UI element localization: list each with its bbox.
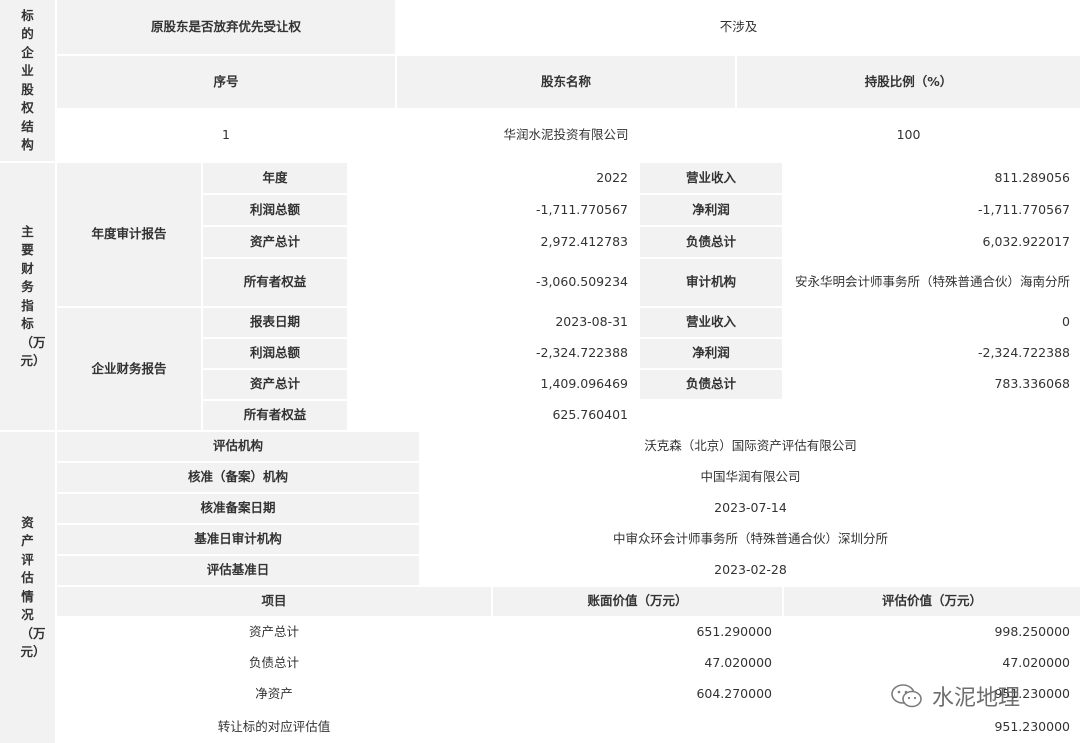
section-equity-label-cell: 标的企业股权结构 xyxy=(0,0,55,161)
val-row-item: 负债总计 xyxy=(57,649,491,678)
audit-group-label: 年度审计报告 xyxy=(57,163,201,306)
report-v4: -2,324.722388 xyxy=(784,339,1080,368)
audit-l8: 审计机构 xyxy=(640,259,782,306)
report-l1: 报表日期 xyxy=(203,308,347,337)
report-l4: 净利润 xyxy=(640,339,782,368)
section-valuation-label-cell: 资产评估情况（万元） xyxy=(0,432,55,743)
report-v7: 625.760401 xyxy=(349,401,638,430)
audit-v1: 2022 xyxy=(349,163,638,193)
val-v3: 2023-07-14 xyxy=(421,494,1080,523)
report-l3: 利润总额 xyxy=(203,339,347,368)
report-empty-cell xyxy=(640,401,782,430)
row-seq: 1 xyxy=(57,110,395,161)
val-header-eval: 评估价值（万元） xyxy=(784,587,1080,616)
val-row-book: 651.290000 xyxy=(493,618,782,647)
val-l3: 核准备案日期 xyxy=(57,494,419,523)
val-v5: 2023-02-28 xyxy=(421,556,1080,585)
val-header-item: 项目 xyxy=(57,587,491,616)
audit-v6: 6,032.922017 xyxy=(784,227,1080,257)
val-row-item: 净资产 xyxy=(57,680,491,709)
val-row-book: 47.020000 xyxy=(493,649,782,678)
audit-v4: -1,711.770567 xyxy=(784,195,1080,225)
audit-l1: 年度 xyxy=(203,163,347,193)
report-l7: 所有者权益 xyxy=(203,401,347,430)
val-v2: 中国华润有限公司 xyxy=(421,463,1080,492)
report-v6: 783.336068 xyxy=(784,370,1080,399)
report-v3: -2,324.722388 xyxy=(349,339,638,368)
val-header-book: 账面价值（万元） xyxy=(493,587,782,616)
val-v1: 沃克森（北京）国际资产评估有限公司 xyxy=(421,432,1080,461)
header-ratio: 持股比例（%） xyxy=(737,56,1080,108)
val-v4: 中审众环会计师事务所（特殊普通合伙）深圳分所 xyxy=(421,525,1080,554)
val-row-book: 604.270000 xyxy=(493,680,782,709)
report-v2: 0 xyxy=(784,308,1080,337)
audit-v5: 2,972.412783 xyxy=(349,227,638,257)
watermark: 水泥地理 xyxy=(890,676,1070,716)
row-ratio: 100 xyxy=(737,110,1080,161)
audit-l3: 利润总额 xyxy=(203,195,347,225)
report-v5: 1,409.096469 xyxy=(349,370,638,399)
val-row-item: 资产总计 xyxy=(57,618,491,647)
waiver-value: 不涉及 xyxy=(397,0,1080,54)
val-row-eval: 47.020000 xyxy=(784,649,1080,678)
audit-v3: -1,711.770567 xyxy=(349,195,638,225)
audit-l6: 负债总计 xyxy=(640,227,782,257)
val-l5: 评估基准日 xyxy=(57,556,419,585)
watermark-text: 水泥地理 xyxy=(932,686,1021,711)
section-financial-label: 主要财务指标（万元） xyxy=(20,223,46,369)
section-equity-label: 标的企业股权结构 xyxy=(21,7,34,153)
waiver-label: 原股东是否放弃优先受让权 xyxy=(57,0,395,54)
val-l1: 评估机构 xyxy=(57,432,419,461)
audit-l2: 营业收入 xyxy=(640,163,782,193)
audit-l7: 所有者权益 xyxy=(203,259,347,306)
transfer-empty-cell xyxy=(493,711,782,743)
audit-v2: 811.289056 xyxy=(784,163,1080,193)
report-l2: 营业收入 xyxy=(640,308,782,337)
audit-v7: -3,060.509234 xyxy=(349,259,638,306)
report-v1: 2023-08-31 xyxy=(349,308,638,337)
section-financial-label-cell: 主要财务指标（万元） xyxy=(0,163,55,430)
header-seq: 序号 xyxy=(57,56,395,108)
audit-l5: 资产总计 xyxy=(203,227,347,257)
audit-v8: 安永华明会计师事务所（特殊普通合伙）海南分所 xyxy=(784,259,1080,306)
audit-l4: 净利润 xyxy=(640,195,782,225)
report-empty-cell xyxy=(784,401,1080,430)
val-l2: 核准（备案）机构 xyxy=(57,463,419,492)
val-l4: 基准日审计机构 xyxy=(57,525,419,554)
row-shareholder: 华润水泥投资有限公司 xyxy=(397,110,735,161)
report-l5: 资产总计 xyxy=(203,370,347,399)
report-l6: 负债总计 xyxy=(640,370,782,399)
section-valuation-label: 资产评估情况（万元） xyxy=(20,514,46,660)
report-group-label: 企业财务报告 xyxy=(57,308,201,430)
val-row-eval: 998.250000 xyxy=(784,618,1080,647)
header-shareholder: 股东名称 xyxy=(397,56,735,108)
transfer-label: 转让标的对应评估值 xyxy=(57,711,491,743)
wechat-icon xyxy=(891,684,922,708)
